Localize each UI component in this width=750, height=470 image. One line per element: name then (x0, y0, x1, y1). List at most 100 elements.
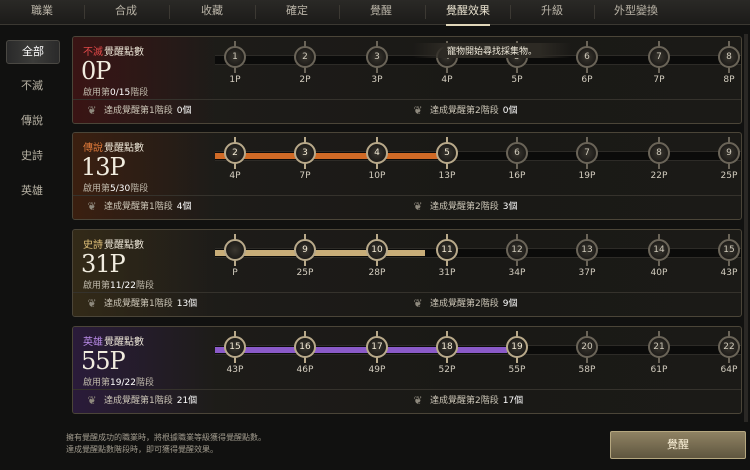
tab-item[interactable]: 覺醒效果 (446, 0, 490, 26)
panel-title: 史詩覺醒點數 (83, 236, 144, 251)
stage-node-icon[interactable]: 10 (366, 234, 388, 266)
progress-fill (215, 347, 507, 353)
stage-node-icon[interactable]: 1 (224, 41, 246, 73)
notification-toast: 寵物開始尋找採集物。 (413, 43, 572, 58)
stage-point-label: 34P (508, 268, 526, 278)
stage-node-icon[interactable]: 5 (436, 137, 458, 169)
panel-divider (73, 389, 741, 390)
stage-node-icon[interactable]: 13 (576, 234, 598, 266)
tab-separator (254, 5, 256, 19)
reward-label: 達成覺醒第1階段 (104, 396, 173, 406)
tab-item[interactable]: 外型變換 (614, 0, 658, 24)
stage-node-icon[interactable]: 16 (294, 331, 316, 363)
footnote-line-1: 擁有覺醒成功的職業時，將根據職業等級獲得覺醒點數。 (66, 433, 266, 442)
stage-node-icon[interactable]: 9 (718, 137, 740, 169)
stage-suffix: 階段 (130, 184, 149, 194)
stage-point-label: 25P (720, 171, 738, 181)
stage-point-label: 16P (508, 171, 526, 181)
reward-count: 4個 (176, 202, 192, 212)
awaken-button[interactable]: 覺醒 (610, 431, 746, 459)
lotus-icon: ❦ (87, 103, 97, 117)
stage-status: 啟用第19/22階段 (83, 375, 154, 388)
tab-item[interactable]: 覺醒 (370, 0, 392, 24)
awakening-panel: 傳說覺醒點數 13P 啟用第5/30階段 2 4P 3 7P 4 10P 5 13P 6 16P 7 19P… (72, 132, 742, 220)
awakening-points: 13P (81, 153, 126, 181)
filter-item[interactable]: 傳說 (6, 110, 58, 132)
stage-node-icon[interactable]: 21 (648, 331, 670, 363)
reward-count: 13個 (176, 299, 198, 309)
stage-node-icon[interactable]: 18 (436, 331, 458, 363)
stage-point-label: 2P (299, 75, 311, 85)
stage-node-icon[interactable]: 6 (506, 137, 528, 169)
reward-row: ❦ 達成覺醒第1階段 0個 (83, 103, 191, 117)
tab-separator (169, 5, 170, 19)
stage-node-icon[interactable] (224, 234, 246, 266)
tab-item[interactable]: 職業 (31, 0, 53, 24)
scrollbar[interactable] (744, 34, 748, 422)
stage-node-icon[interactable]: 2 (224, 137, 246, 169)
stage-node-icon[interactable]: 11 (436, 234, 458, 266)
stage-point-label: 13P (438, 171, 456, 181)
stage-prefix: 啟用第 (83, 281, 111, 291)
filter-item[interactable]: 英雄 (6, 180, 58, 202)
tab-item[interactable]: 合成 (115, 0, 137, 24)
stage-point-label: 3P (371, 75, 383, 85)
filter-item[interactable]: 全部 (6, 40, 60, 64)
reward-row: ❦ 達成覺醒第2階段 3個 (409, 199, 517, 213)
stage-node-icon[interactable]: 14 (648, 234, 670, 266)
reward-label: 達成覺醒第1階段 (104, 299, 173, 309)
panel-divider (73, 99, 741, 100)
tab-item[interactable]: 確定 (286, 0, 308, 24)
lotus-icon: ❦ (413, 393, 423, 407)
tab-item[interactable]: 收藏 (201, 0, 223, 24)
filter-item[interactable]: 史詩 (6, 145, 58, 167)
progress-fill (215, 250, 425, 256)
panel-divider (73, 195, 741, 196)
stage-node-icon[interactable]: 15 (224, 331, 246, 363)
footnote: 擁有覺醒成功的職業時，將根據職業等級獲得覺醒點數。 達成覺醒點數階段時，即可獲得… (66, 432, 266, 456)
stage-point-label: 25P (296, 268, 314, 278)
lotus-icon: ❦ (413, 199, 423, 213)
stage-point-label: 46P (296, 365, 314, 375)
stage-node-icon[interactable]: 3 (366, 41, 388, 73)
stage-node-icon[interactable]: 6 (576, 41, 598, 73)
reward-label: 達成覺醒第1階段 (104, 202, 173, 212)
reward-label: 達成覺醒第2階段 (430, 202, 499, 212)
stage-node-icon[interactable]: 8 (648, 137, 670, 169)
stage-node-icon[interactable]: 20 (576, 331, 598, 363)
stage-point-label: 6P (581, 75, 593, 85)
stage-node-icon[interactable]: 7 (576, 137, 598, 169)
stage-node-icon[interactable]: 3 (294, 137, 316, 169)
stage-node-icon[interactable]: 8 (718, 41, 740, 73)
awakening-points: 55P (81, 347, 126, 375)
tab-separator (594, 5, 595, 19)
stage-node-icon[interactable]: 17 (366, 331, 388, 363)
reward-count: 17個 (502, 396, 524, 406)
stage-status: 啟用第0/15階段 (83, 85, 148, 98)
stage-prefix: 啟用第 (83, 184, 111, 194)
lotus-icon: ❦ (413, 103, 423, 117)
stage-node-icon[interactable]: 7 (648, 41, 670, 73)
stage-node-icon[interactable]: 4 (366, 137, 388, 169)
tab-item[interactable]: 升級 (541, 0, 563, 24)
stage-node-icon[interactable]: 2 (294, 41, 316, 73)
stage-point-label: 4P (441, 75, 453, 85)
stage-node-icon[interactable]: 19 (506, 331, 528, 363)
lotus-icon: ❦ (87, 296, 97, 310)
stage-status: 啟用第5/30階段 (83, 181, 148, 194)
stage-point-label: 8P (723, 75, 735, 85)
stage-value: 0/15 (110, 88, 131, 98)
stage-node-icon[interactable]: 9 (294, 234, 316, 266)
stage-point-label: 1P (229, 75, 241, 85)
stage-node-icon[interactable]: 22 (718, 331, 740, 363)
stage-suffix: 階段 (135, 378, 154, 388)
stage-point-label: 19P (578, 171, 596, 181)
stage-node-icon[interactable]: 12 (506, 234, 528, 266)
reward-count: 0個 (502, 106, 518, 116)
progress-fill (215, 153, 441, 159)
reward-count: 0個 (176, 106, 192, 116)
stage-prefix: 啟用第 (83, 88, 111, 98)
stage-node-icon[interactable]: 15 (718, 234, 740, 266)
stage-point-label: 52P (438, 365, 456, 375)
filter-item[interactable]: 不滅 (6, 75, 58, 97)
